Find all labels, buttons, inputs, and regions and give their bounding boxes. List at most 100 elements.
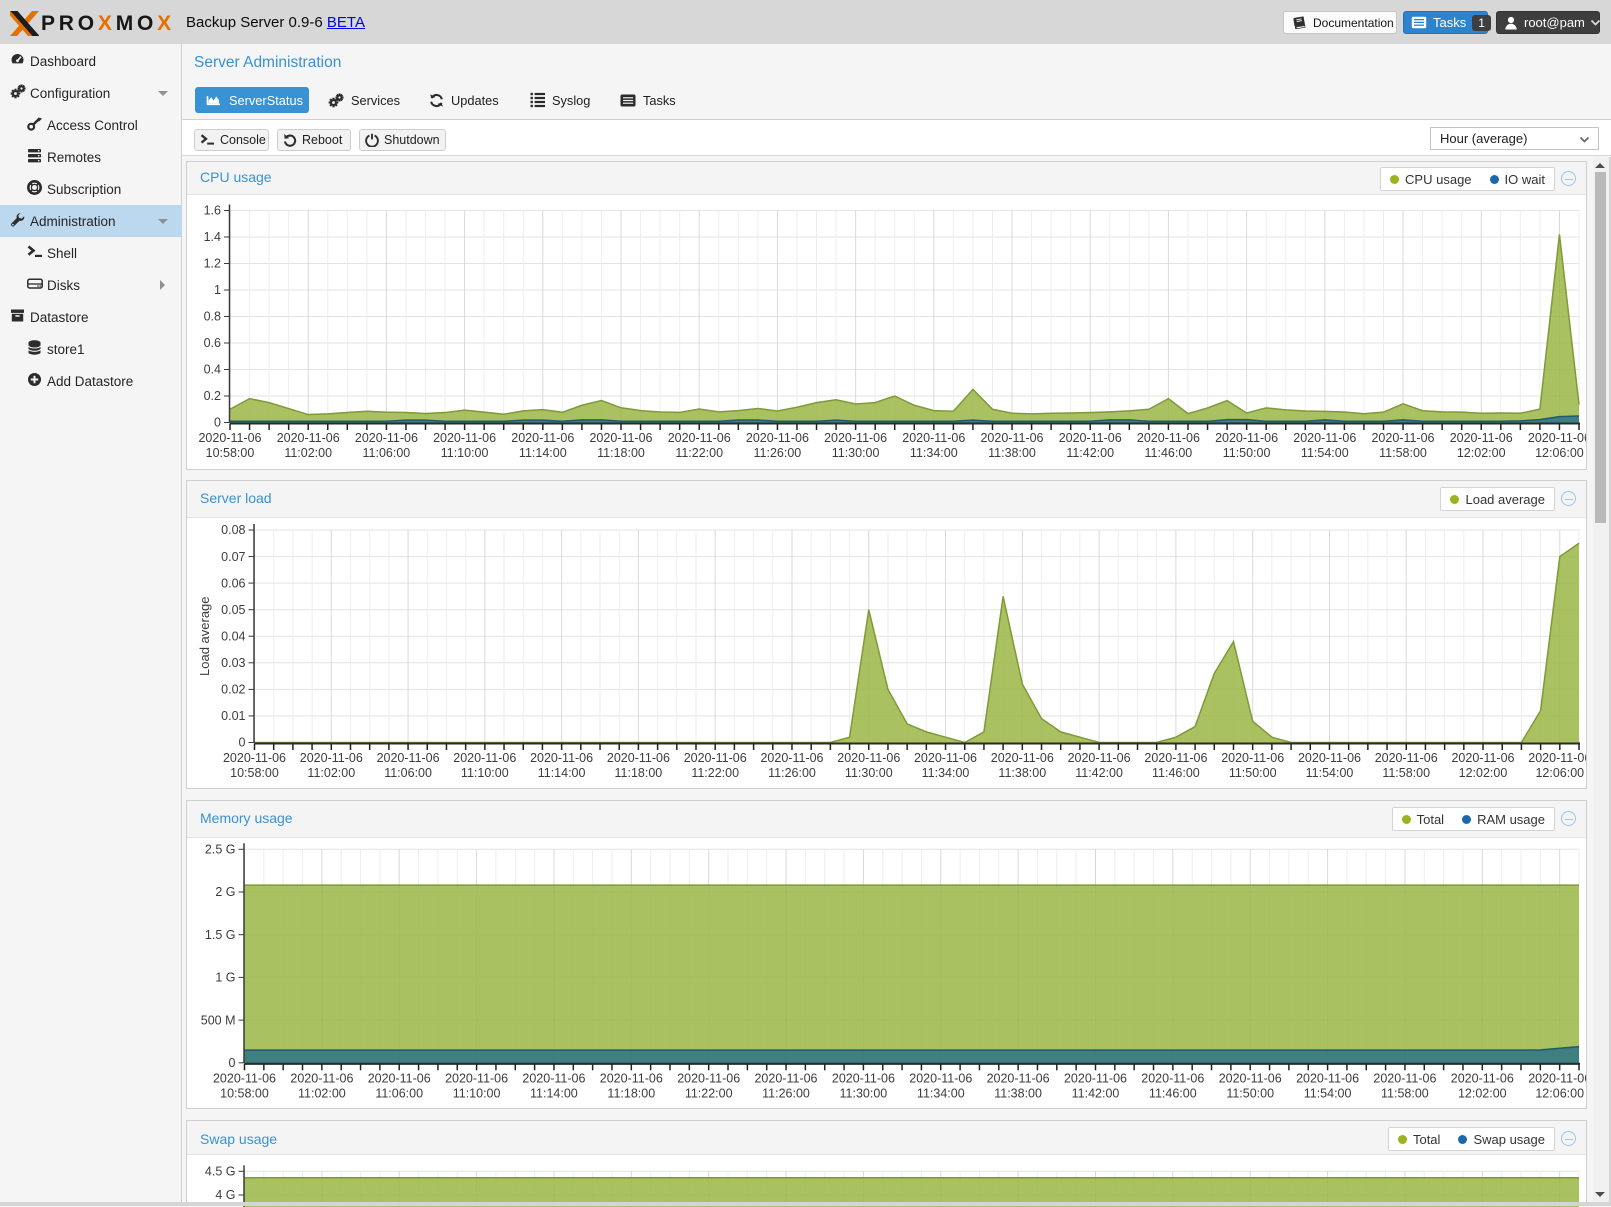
svg-text:2020-11-06: 2020-11-06 bbox=[909, 1071, 972, 1085]
svg-text:2020-11-06: 2020-11-06 bbox=[991, 751, 1054, 765]
svg-text:2020-11-06: 2020-11-06 bbox=[223, 751, 286, 765]
svg-text:1.2: 1.2 bbox=[204, 257, 221, 271]
svg-text:2020-11-06: 2020-11-06 bbox=[445, 1071, 508, 1085]
svg-text:11:42:00: 11:42:00 bbox=[1075, 766, 1123, 780]
svg-text:11:14:00: 11:14:00 bbox=[530, 1086, 578, 1100]
svg-text:2020-11-06: 2020-11-06 bbox=[290, 1071, 353, 1085]
svg-text:11:50:00: 11:50:00 bbox=[1226, 1086, 1274, 1100]
svg-text:12:06:00: 12:06:00 bbox=[1535, 446, 1584, 460]
svg-text:0.02: 0.02 bbox=[221, 683, 245, 697]
svg-text:11:30:00: 11:30:00 bbox=[845, 766, 893, 780]
svg-text:0: 0 bbox=[229, 1056, 236, 1070]
svg-text:2020-11-06: 2020-11-06 bbox=[300, 751, 363, 765]
svg-text:2020-11-06: 2020-11-06 bbox=[368, 1071, 431, 1085]
svg-text:2020-11-06: 2020-11-06 bbox=[1451, 751, 1514, 765]
svg-text:11:06:00: 11:06:00 bbox=[363, 446, 411, 460]
svg-text:0.06: 0.06 bbox=[221, 576, 245, 590]
svg-text:2020-11-06: 2020-11-06 bbox=[530, 751, 593, 765]
svg-text:11:02:00: 11:02:00 bbox=[307, 766, 355, 780]
svg-text:12:02:00: 12:02:00 bbox=[1457, 446, 1506, 460]
svg-text:2020-11-06: 2020-11-06 bbox=[1451, 1071, 1514, 1085]
svg-text:11:34:00: 11:34:00 bbox=[910, 446, 958, 460]
svg-text:2020-11-06: 2020-11-06 bbox=[1219, 1071, 1282, 1085]
svg-text:11:58:00: 11:58:00 bbox=[1382, 766, 1430, 780]
svg-text:11:42:00: 11:42:00 bbox=[1072, 1086, 1120, 1100]
svg-text:11:06:00: 11:06:00 bbox=[384, 766, 432, 780]
svg-text:2020-11-06: 2020-11-06 bbox=[1144, 751, 1207, 765]
svg-text:1.6: 1.6 bbox=[204, 204, 221, 218]
svg-text:2020-11-06: 2020-11-06 bbox=[914, 751, 977, 765]
svg-text:2 G: 2 G bbox=[215, 885, 235, 899]
svg-text:11:54:00: 11:54:00 bbox=[1304, 1086, 1352, 1100]
svg-text:11:30:00: 11:30:00 bbox=[840, 1086, 888, 1100]
svg-text:11:46:00: 11:46:00 bbox=[1149, 1086, 1197, 1100]
svg-text:0.8: 0.8 bbox=[204, 310, 221, 324]
svg-text:11:22:00: 11:22:00 bbox=[675, 446, 723, 460]
svg-text:0.04: 0.04 bbox=[221, 630, 245, 644]
svg-text:2020-11-06: 2020-11-06 bbox=[684, 751, 747, 765]
svg-text:12:06:00: 12:06:00 bbox=[1535, 766, 1584, 780]
svg-text:2020-11-06: 2020-11-06 bbox=[453, 751, 516, 765]
svg-text:2020-11-06: 2020-11-06 bbox=[832, 1071, 895, 1085]
svg-text:2020-11-06: 2020-11-06 bbox=[607, 751, 670, 765]
svg-text:2020-11-06: 2020-11-06 bbox=[511, 431, 574, 445]
svg-text:2020-11-06: 2020-11-06 bbox=[1371, 431, 1434, 445]
svg-text:11:54:00: 11:54:00 bbox=[1301, 446, 1349, 460]
svg-text:2020-11-06: 2020-11-06 bbox=[1068, 751, 1131, 765]
svg-text:2020-11-06: 2020-11-06 bbox=[1298, 751, 1361, 765]
svg-text:2020-11-06: 2020-11-06 bbox=[980, 431, 1043, 445]
svg-text:2020-11-06: 2020-11-06 bbox=[1215, 431, 1278, 445]
svg-text:2020-11-06: 2020-11-06 bbox=[198, 431, 261, 445]
svg-text:11:54:00: 11:54:00 bbox=[1306, 766, 1354, 780]
svg-text:2020-11-06: 2020-11-06 bbox=[677, 1071, 740, 1085]
svg-text:11:02:00: 11:02:00 bbox=[284, 446, 332, 460]
svg-text:11:26:00: 11:26:00 bbox=[754, 446, 802, 460]
svg-text:2020-11-06: 2020-11-06 bbox=[760, 751, 823, 765]
svg-text:4.5 G: 4.5 G bbox=[205, 1165, 236, 1179]
svg-text:4 G: 4 G bbox=[215, 1188, 235, 1202]
svg-text:2.5 G: 2.5 G bbox=[205, 843, 236, 857]
svg-text:2020-11-06: 2020-11-06 bbox=[1293, 431, 1356, 445]
svg-text:12:02:00: 12:02:00 bbox=[1459, 766, 1508, 780]
svg-text:11:26:00: 11:26:00 bbox=[762, 1086, 810, 1100]
svg-text:11:10:00: 11:10:00 bbox=[453, 1086, 501, 1100]
svg-text:2020-11-06: 2020-11-06 bbox=[1528, 751, 1586, 765]
svg-text:11:06:00: 11:06:00 bbox=[375, 1086, 423, 1100]
svg-text:11:58:00: 11:58:00 bbox=[1381, 1086, 1429, 1100]
svg-text:2020-11-06: 2020-11-06 bbox=[433, 431, 496, 445]
svg-text:11:18:00: 11:18:00 bbox=[597, 446, 645, 460]
svg-text:2020-11-06: 2020-11-06 bbox=[987, 1071, 1050, 1085]
svg-text:0: 0 bbox=[214, 416, 221, 430]
svg-text:11:34:00: 11:34:00 bbox=[922, 766, 970, 780]
svg-text:12:06:00: 12:06:00 bbox=[1535, 1086, 1584, 1100]
svg-text:11:38:00: 11:38:00 bbox=[998, 766, 1046, 780]
svg-text:11:46:00: 11:46:00 bbox=[1152, 766, 1200, 780]
svg-text:2020-11-06: 2020-11-06 bbox=[1528, 431, 1586, 445]
svg-text:1.5 G: 1.5 G bbox=[205, 928, 236, 942]
svg-text:11:58:00: 11:58:00 bbox=[1379, 446, 1427, 460]
svg-text:11:10:00: 11:10:00 bbox=[441, 446, 489, 460]
svg-text:11:50:00: 11:50:00 bbox=[1229, 766, 1277, 780]
svg-text:10:58:00: 10:58:00 bbox=[230, 766, 279, 780]
svg-text:0.01: 0.01 bbox=[221, 709, 245, 723]
svg-text:0.2: 0.2 bbox=[204, 389, 221, 403]
svg-text:0: 0 bbox=[239, 736, 246, 750]
svg-text:2020-11-06: 2020-11-06 bbox=[1373, 1071, 1436, 1085]
svg-text:2020-11-06: 2020-11-06 bbox=[1221, 751, 1284, 765]
svg-text:11:42:00: 11:42:00 bbox=[1066, 446, 1114, 460]
svg-text:11:38:00: 11:38:00 bbox=[988, 446, 1036, 460]
svg-text:2020-11-06: 2020-11-06 bbox=[1528, 1071, 1586, 1085]
svg-text:0.6: 0.6 bbox=[204, 336, 221, 350]
svg-text:1: 1 bbox=[214, 283, 221, 297]
svg-text:11:14:00: 11:14:00 bbox=[519, 446, 567, 460]
svg-text:2020-11-06: 2020-11-06 bbox=[824, 431, 887, 445]
svg-text:10:58:00: 10:58:00 bbox=[206, 446, 255, 460]
svg-text:11:10:00: 11:10:00 bbox=[461, 766, 509, 780]
svg-text:11:26:00: 11:26:00 bbox=[768, 766, 816, 780]
svg-text:11:50:00: 11:50:00 bbox=[1223, 446, 1271, 460]
svg-text:0.4: 0.4 bbox=[204, 363, 221, 377]
svg-text:2020-11-06: 2020-11-06 bbox=[1296, 1071, 1359, 1085]
svg-text:11:22:00: 11:22:00 bbox=[685, 1086, 733, 1100]
svg-text:2020-11-06: 2020-11-06 bbox=[1375, 751, 1438, 765]
svg-text:2020-11-06: 2020-11-06 bbox=[1059, 431, 1122, 445]
